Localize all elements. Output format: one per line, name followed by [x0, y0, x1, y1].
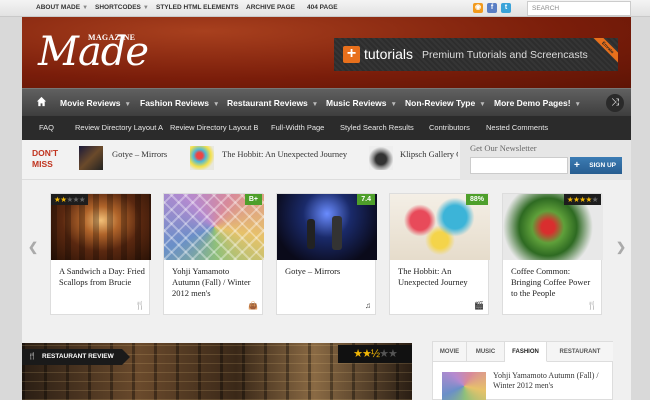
dont-miss-thumb[interactable]	[369, 146, 393, 170]
score-badge: B+	[244, 194, 262, 205]
review-card[interactable]: ★★★★★ Coffee Common: Bringing Coffee Pow…	[502, 193, 603, 315]
widget-item-thumb[interactable]	[442, 372, 486, 400]
subnav-directory-a[interactable]: Review Directory Layout A	[75, 123, 163, 132]
subnav-nested-comments[interactable]: Nested Comments	[486, 123, 548, 132]
top-link-about[interactable]: About Made ▼	[36, 4, 88, 11]
review-card[interactable]: 88% The Hobbit: An Unexpected Journey 🎬	[389, 193, 490, 315]
chevron-down-icon: ▼	[212, 101, 220, 108]
chevron-down-icon: ▼	[82, 5, 89, 11]
fork-knife-icon: 🍴	[135, 301, 145, 310]
chevron-down-icon: ▼	[124, 101, 131, 108]
bag-icon: 👜	[248, 301, 258, 310]
dont-miss-label: DON'T MISS	[32, 148, 59, 169]
rating-stars: ★★★★★	[563, 194, 601, 205]
home-icon[interactable]	[36, 96, 47, 107]
nav-more-demo-pages[interactable]: More Demo Pages! ▼	[494, 98, 581, 108]
bottom-section: 🍴 RESTAURANT REVIEW ★★½★★ MOVIE MUSIC FAS…	[22, 325, 631, 400]
newsletter-box: Get Our Newsletter + SIGN UP	[460, 140, 631, 180]
dont-miss-bar: DON'T MISS Gotye – Mirrors The Hobbit: An…	[22, 140, 631, 180]
tab-restaurant[interactable]: RESTAURANT	[547, 342, 613, 362]
top-link-archive[interactable]: Archive Page	[246, 4, 295, 11]
card-title[interactable]: Gotye – Mirrors	[285, 266, 371, 277]
film-icon: 🎬	[474, 301, 484, 310]
card-title[interactable]: Yohji Yamamoto Autumn (Fall) / Winter 20…	[172, 266, 258, 299]
banner-tagline: Premium Tutorials and Screencasts	[422, 49, 588, 61]
plus-icon: +	[343, 46, 360, 63]
review-carousel: ❮ ❯ ★★★★★ A Sandwich a Day: Fried Scallo…	[22, 180, 631, 325]
dont-miss-thumb[interactable]	[190, 146, 214, 170]
rating-stars: ★★½★★	[338, 345, 412, 363]
subnav-faq[interactable]: FAQ	[39, 123, 54, 132]
tab-fashion[interactable]: FASHION	[505, 342, 547, 362]
main-nav: Movie Reviews ▼ Fashion Reviews ▼ Restaura…	[22, 88, 631, 116]
subnav-full-width[interactable]: Full-Width Page	[271, 123, 324, 132]
twitter-icon[interactable]: t	[501, 3, 511, 13]
review-card[interactable]: B+ Yohji Yamamoto Autumn (Fall) / Winter…	[163, 193, 264, 315]
chevron-down-icon: ▼	[390, 101, 397, 108]
site-header: Made MAGAZINE + tutorials Premium Tutori…	[22, 17, 631, 88]
sub-nav: FAQ Review Directory Layout A Review Dir…	[22, 116, 631, 140]
fork-knife-icon: 🍴	[28, 353, 37, 360]
subnav-directory-b[interactable]: Review Directory Layout B	[170, 123, 258, 132]
newsletter-email-input[interactable]	[470, 157, 568, 174]
tab-music[interactable]: MUSIC	[467, 342, 505, 362]
top-bar: About Made ▼ Shortcodes ▼ Styled HTML Elem…	[0, 0, 650, 17]
newsletter-title: Get Our Newsletter	[470, 143, 537, 153]
top-link-shortcodes[interactable]: Shortcodes ▼	[95, 4, 149, 11]
nav-fashion-reviews[interactable]: Fashion Reviews ▼	[140, 98, 219, 108]
nav-music-reviews[interactable]: Music Reviews ▼	[326, 98, 397, 108]
fork-knife-icon: 🍴	[587, 301, 597, 310]
dont-miss-item[interactable]: Klipsch Gallery G	[400, 149, 458, 159]
rating-stars: ★★★★★	[51, 194, 89, 205]
shuffle-icon[interactable]: ⤨	[606, 94, 624, 112]
plus-icon: +	[574, 160, 580, 171]
carousel-next-arrow[interactable]: ❯	[616, 240, 626, 254]
chevron-down-icon: ▼	[311, 101, 319, 108]
ad-banner[interactable]: + tutorials Premium Tutorials and Screen…	[334, 38, 618, 71]
search-input[interactable]: SEARCH	[527, 1, 631, 16]
top-link-styled-html[interactable]: Styled HTML Elements	[156, 4, 239, 11]
tabbed-widget: MOVIE MUSIC FASHION RESTAURANT Yohji Yam…	[432, 341, 613, 400]
dont-miss-thumb[interactable]	[79, 146, 103, 170]
restaurant-review-label: 🍴 RESTAURANT REVIEW	[22, 349, 130, 365]
banner-ribbon: Envato	[592, 38, 618, 64]
card-title[interactable]: The Hobbit: An Unexpected Journey	[398, 266, 484, 288]
dont-miss-item[interactable]: The Hobbit: An Unexpected Journey	[222, 149, 347, 159]
subnav-styled-search[interactable]: Styled Search Results	[340, 123, 414, 132]
review-card[interactable]: ★★★★★ A Sandwich a Day: Fried Scallops f…	[50, 193, 151, 315]
top-link-404[interactable]: 404 Page	[307, 4, 338, 11]
nav-restaurant-reviews[interactable]: Restaurant Reviews ▼	[227, 98, 318, 108]
card-title[interactable]: A Sandwich a Day: Fried Scallops from Br…	[59, 266, 145, 288]
dont-miss-item[interactable]: Gotye – Mirrors	[112, 149, 167, 159]
chevron-down-icon: ▼	[479, 101, 486, 108]
review-card[interactable]: 7.4 Gotye – Mirrors ♫	[276, 193, 377, 315]
score-badge: 88%	[465, 194, 488, 205]
rss-icon[interactable]: ◉	[473, 3, 483, 13]
tab-movie[interactable]: MOVIE	[433, 342, 467, 362]
nav-non-review-type[interactable]: Non-Review Type ▼	[405, 98, 486, 108]
card-title[interactable]: Coffee Common: Bringing Coffee Power to …	[511, 266, 597, 299]
carousel-prev-arrow[interactable]: ❮	[28, 240, 38, 254]
nav-movie-reviews[interactable]: Movie Reviews ▼	[60, 98, 131, 108]
chevron-down-icon: ▼	[142, 5, 149, 11]
subnav-contributors[interactable]: Contributors	[429, 123, 470, 132]
banner-name: tutorials	[364, 46, 414, 62]
facebook-icon[interactable]: f	[487, 3, 497, 13]
score-badge: 7.4	[357, 194, 375, 205]
widget-item-title[interactable]: Yohji Yamamoto Autumn (Fall) / Winter 20…	[493, 371, 609, 391]
sign-up-button[interactable]: + SIGN UP	[570, 157, 622, 174]
chevron-down-icon: ▼	[574, 101, 581, 108]
logo-subtitle: MAGAZINE	[88, 33, 136, 42]
music-icon: ♫	[365, 301, 371, 310]
